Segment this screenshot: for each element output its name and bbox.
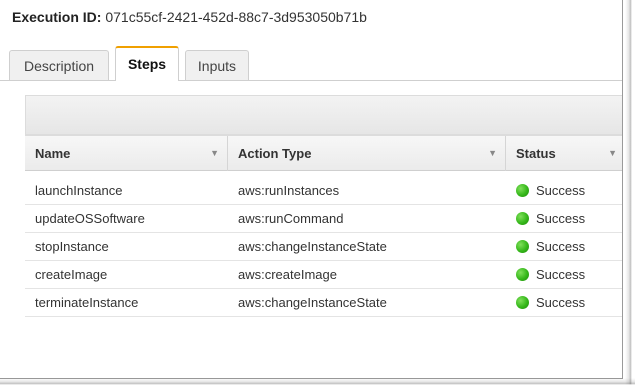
step-name: launchInstance: [35, 183, 123, 198]
chevron-down-icon[interactable]: ▼: [210, 136, 219, 171]
step-name: terminateInstance: [35, 295, 139, 310]
table-header: Name ▼ Action Type ▼ Status ▼: [25, 135, 622, 171]
execution-id-value: 071c55cf-2421-452d-88c7-3d953050b71b: [105, 9, 367, 25]
status-text: Success: [536, 239, 586, 254]
tab-description[interactable]: Description: [9, 50, 109, 80]
step-status: Success: [506, 205, 585, 232]
status-text: Success: [536, 183, 586, 198]
shadow-edge-right: [625, 0, 635, 388]
execution-details-panel: Execution ID: 071c55cf-2421-452d-88c7-3d…: [0, 0, 623, 379]
step-action-type: aws:runCommand: [238, 211, 344, 226]
shadow-edge-bottom: [0, 378, 635, 388]
steps-table: Name ▼ Action Type ▼ Status ▼ launchInst…: [25, 95, 622, 320]
step-status: Success: [506, 289, 585, 316]
status-success-icon: [516, 184, 529, 197]
step-name: stopInstance: [35, 239, 109, 254]
table-row[interactable]: launchInstance aws:runInstances Success: [25, 177, 622, 205]
execution-id-label: Execution ID:: [12, 9, 102, 25]
status-text: Success: [536, 295, 586, 310]
status-text: Success: [536, 267, 586, 282]
status-success-icon: [516, 212, 529, 225]
column-header-label: Status: [516, 146, 556, 161]
step-action-type: aws:changeInstanceState: [238, 295, 387, 310]
step-status: Success: [506, 177, 585, 204]
step-status: Success: [506, 233, 585, 260]
chevron-down-icon[interactable]: ▼: [608, 136, 617, 171]
table-row[interactable]: updateOSSoftware aws:runCommand Success: [25, 205, 622, 233]
status-success-icon: [516, 268, 529, 281]
step-name: createImage: [35, 267, 108, 282]
tab-divider: [0, 80, 622, 81]
table-toolbar: [25, 95, 622, 135]
column-header-action-type[interactable]: Action Type ▼: [227, 136, 505, 171]
status-success-icon: [516, 240, 529, 253]
execution-id-line: Execution ID: 071c55cf-2421-452d-88c7-3d…: [12, 9, 367, 25]
column-header-label: Action Type: [238, 146, 312, 161]
tab-steps[interactable]: Steps: [115, 46, 179, 81]
table-row[interactable]: stopInstance aws:changeInstanceState Suc…: [25, 233, 622, 261]
status-success-icon: [516, 296, 529, 309]
step-name: updateOSSoftware: [35, 211, 145, 226]
step-action-type: aws:runInstances: [238, 183, 340, 198]
table-row[interactable]: createImage aws:createImage Success: [25, 261, 622, 289]
step-status: Success: [506, 261, 585, 288]
table-row[interactable]: terminateInstance aws:changeInstanceStat…: [25, 289, 622, 317]
step-action-type: aws:changeInstanceState: [238, 239, 387, 254]
step-action-type: aws:createImage: [238, 267, 337, 282]
status-text: Success: [536, 211, 586, 226]
chevron-down-icon[interactable]: ▼: [488, 136, 497, 171]
column-header-label: Name: [35, 146, 71, 161]
tab-inputs[interactable]: Inputs: [185, 50, 249, 80]
column-header-status[interactable]: Status ▼: [505, 136, 622, 171]
column-header-name[interactable]: Name ▼: [25, 136, 227, 171]
